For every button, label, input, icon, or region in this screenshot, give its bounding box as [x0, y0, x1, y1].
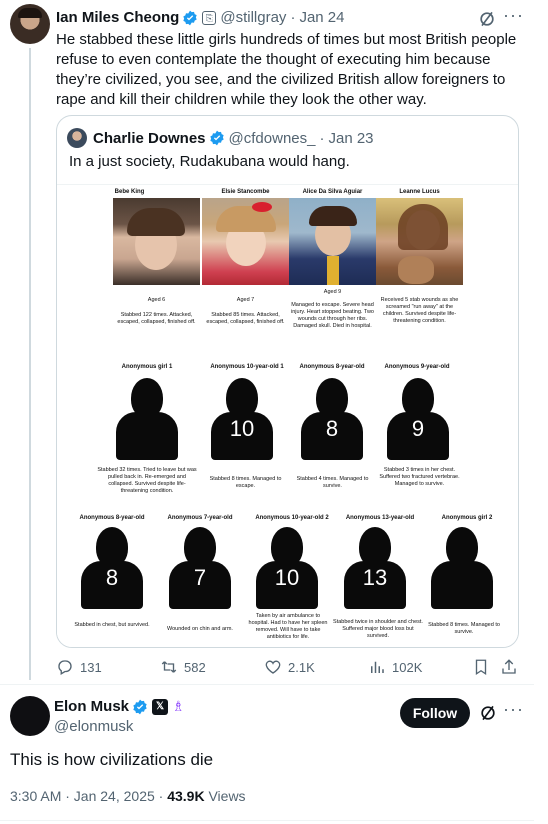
quote-author-handle: @cfdownes_ — [228, 129, 316, 147]
tweet-header: Ian Miles Cheong ⎘ @stillgray · Jan 24 — [56, 9, 344, 26]
author-handle[interactable]: @stillgray — [220, 9, 286, 26]
silhouette: 7 — [169, 527, 231, 609]
tweet-text: He stabbed these little girls hundreds o… — [56, 31, 517, 108]
victim-name: Leanne Lucus — [399, 189, 440, 195]
silhouette: 8 — [81, 527, 143, 609]
separator-dot: · — [319, 129, 325, 147]
bookmark-icon[interactable] — [472, 658, 490, 676]
verified-icon — [183, 10, 198, 25]
follow-button[interactable]: Follow — [400, 698, 470, 728]
repost-button[interactable]: 582 — [160, 658, 206, 676]
victim-photo — [289, 198, 376, 285]
avatar[interactable] — [10, 696, 50, 736]
grok-icon[interactable] — [477, 9, 497, 29]
quote-author-name: Charlie Downes — [93, 129, 206, 147]
silhouette: 10 — [211, 378, 273, 460]
more-icon[interactable]: ··· — [503, 699, 524, 720]
separator-dot: · — [290, 9, 296, 26]
victim-name: Anonymous 9-year-old — [384, 364, 450, 370]
victim-name: Anonymous girl 2 — [441, 515, 493, 521]
victim-age: Aged 7 — [236, 297, 255, 303]
infographic-image[interactable]: Bebe King Elsie Stancombe Alice Da Silva… — [57, 184, 518, 647]
victim-description: Received 5 stab wounds as she screamed "… — [380, 297, 459, 324]
victim-description: Taken by air ambulance to hospital. Had … — [248, 613, 328, 640]
reply-icon — [58, 660, 72, 675]
verified-icon — [209, 130, 224, 146]
quote-date: Jan 23 — [328, 129, 374, 147]
like-count: 2.1K — [288, 659, 315, 675]
quote-tweet-card[interactable]: Charlie Downes @cfdownes_ · Jan 23 In a … — [56, 115, 519, 648]
victim-photo — [113, 198, 200, 285]
quote-header: Charlie Downes @cfdownes_ · Jan 23 — [67, 128, 374, 148]
victim-photo — [376, 198, 463, 285]
author-name[interactable]: Elon Musk — [54, 698, 129, 715]
victim-description: Stabbed 8 times. Managed to escape. — [209, 476, 282, 489]
silhouette: 8 — [301, 378, 363, 460]
tweet-meta: 3:30 AM · Jan 24, 2025 · 43.9K Views — [10, 788, 246, 804]
victim-description: Stabbed 4 times. Managed to survive. — [296, 476, 369, 489]
tweet-timestamp[interactable]: 3:30 AM · Jan 24, 2025 · — [10, 788, 167, 804]
views-icon — [371, 661, 384, 673]
victim-name: Elsie Stancombe — [221, 189, 270, 195]
quoted-context-tweet[interactable]: Ian Miles Cheong ⎘ @stillgray · Jan 24 ·… — [0, 0, 534, 680]
reply-button[interactable]: 131 — [56, 658, 102, 676]
tweet-date[interactable]: Jan 24 — [299, 9, 344, 26]
victim-description: Stabbed twice in shoulder and chest. Suf… — [333, 619, 423, 639]
victim-description: Stabbed 85 times. Attacked, escaped, col… — [206, 312, 285, 325]
silhouette: 10 — [256, 527, 318, 609]
more-icon[interactable]: ··· — [503, 5, 524, 26]
victim-description: Wounded on chin and arm. — [167, 626, 233, 632]
share-icon[interactable] — [500, 658, 518, 676]
silhouette: 9 — [387, 378, 449, 460]
tweet-text: This is how civilizations die — [10, 750, 214, 769]
verified-icon — [133, 699, 147, 714]
like-icon — [265, 660, 281, 674]
author-name[interactable]: Ian Miles Cheong — [56, 9, 179, 26]
victim-description: Stabbed 8 times. Managed to survive. — [428, 622, 500, 635]
affiliation-icon: ♗ — [172, 698, 185, 714]
avatar — [67, 128, 87, 148]
views-button[interactable]: 102K — [368, 658, 422, 676]
views-label: Views — [204, 788, 246, 804]
victim-name: Alice Da Silva Aguiar — [302, 189, 363, 195]
avatar[interactable] — [10, 4, 50, 44]
victim-description: Stabbed 32 times. Tried to leave but was… — [97, 467, 197, 494]
divider — [0, 820, 534, 821]
views-count: 102K — [392, 659, 423, 675]
victim-name: Anonymous 7-year-old — [167, 515, 233, 521]
thread-line — [29, 48, 31, 680]
victim-description: Stabbed 122 times. Attacked, escaped, co… — [117, 312, 196, 325]
silhouette — [116, 378, 178, 460]
media-badge-icon: ⎘ — [202, 10, 217, 25]
tweet-actions: 131 582 2.1K 102K — [56, 658, 520, 678]
victim-description: Stabbed 3 times in her chest. Suffered t… — [379, 467, 460, 487]
x-badge-icon: 𝕏 — [152, 698, 169, 715]
divider — [0, 684, 534, 685]
grok-icon[interactable] — [478, 703, 498, 723]
reply-count: 131 — [80, 659, 102, 675]
author-handle[interactable]: @elonmusk — [54, 718, 133, 735]
silhouette — [431, 527, 493, 609]
victim-photo — [202, 198, 289, 285]
victim-age: Aged 9 — [323, 289, 342, 295]
victim-description: Stabbed in chest, but survived. — [74, 622, 150, 628]
victim-name: Bebe King — [114, 189, 145, 195]
victim-age: Aged 6 — [147, 297, 166, 303]
views-count: 43.9K — [167, 788, 205, 804]
quote-text: In a just society, Rudakubana would hang… — [69, 153, 350, 170]
author-row: Elon Musk 𝕏 ♗ — [54, 698, 185, 715]
repost-icon — [161, 661, 177, 673]
repost-count: 582 — [184, 659, 206, 675]
silhouette: 13 — [344, 527, 406, 609]
like-button[interactable]: 2.1K — [264, 658, 315, 676]
victim-name: Anonymous girl 1 — [121, 364, 173, 370]
victim-description: Managed to escape. Severe head injury. H… — [291, 302, 374, 329]
